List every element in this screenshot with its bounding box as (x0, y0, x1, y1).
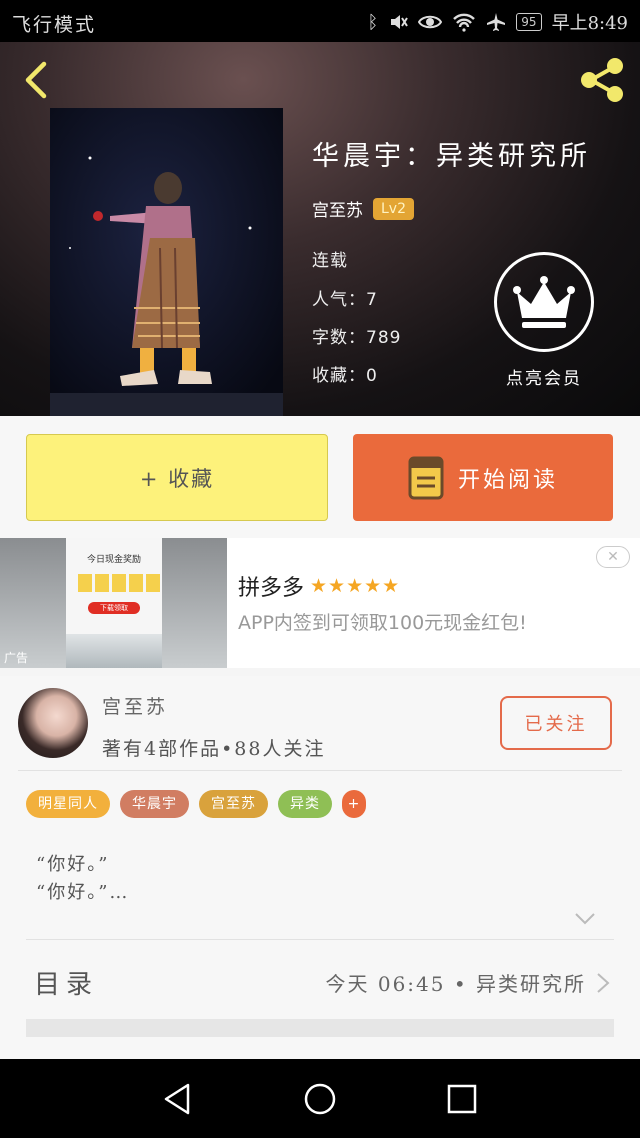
avatar[interactable] (18, 688, 88, 758)
intro-line: “你好。” (36, 854, 110, 875)
wifi-icon (453, 13, 476, 32)
level-badge: Lv2 (373, 197, 414, 220)
rating-stars: ★★★★★ (310, 575, 401, 597)
word-count: 字数：789 (312, 328, 402, 348)
vip-button[interactable]: 点亮会员 (492, 252, 596, 389)
start-reading-label: 开始阅读 (457, 467, 558, 493)
intro-line: “你好。”… (36, 882, 130, 903)
mute-icon (391, 15, 409, 29)
status-bar: 飞行模式 ᛒ 95 早上8:49 (0, 0, 640, 42)
crown-icon (513, 276, 575, 328)
tag-item[interactable]: 明星同人 (26, 790, 110, 818)
book-title: 华晨宇：异类研究所 (312, 141, 591, 172)
author-stats: 著有4部作品•88人关注 (102, 738, 326, 760)
favorites-count: 收藏：0 (312, 366, 378, 386)
navigation-bar (0, 1059, 640, 1138)
follow-button[interactable]: 已关注 (500, 696, 612, 750)
tag-list: 明星同人 华晨宇 宫至苏 异类 + (26, 790, 366, 818)
action-bar: + 收藏 开始阅读 (0, 416, 640, 538)
tag-item[interactable]: 异类 (278, 790, 332, 818)
book-header: 华晨宇：异类研究所 宫至苏 Lv2 连载 人气：7 字数：789 收藏：0 点亮… (0, 42, 640, 416)
ad-brand: 拼多多 (238, 576, 305, 601)
start-reading-button[interactable]: 开始阅读 (353, 434, 613, 521)
vip-label: 点亮会员 (506, 369, 582, 389)
clock: 早上8:49 (551, 13, 628, 34)
tag-item[interactable]: 华晨宇 (120, 790, 189, 818)
toc-latest-chapter[interactable]: 今天 06:45 • 异类研究所 (325, 968, 610, 997)
ad-image: 今日现金奖励 下载领取 广告 (0, 538, 227, 668)
ad-banner[interactable]: 今日现金奖励 下载领取 广告 拼多多 ★★★★★ APP内签到可领取100元现金… (0, 538, 640, 668)
battery-icon: 95 (516, 13, 542, 31)
add-tag-button[interactable]: + (342, 790, 366, 818)
share-button[interactable] (576, 54, 628, 106)
airplane-icon (487, 13, 506, 31)
book-cover (50, 108, 283, 416)
collect-button[interactable]: + 收藏 (26, 434, 328, 521)
book-icon (408, 456, 444, 499)
divider (18, 770, 622, 771)
ad-description: APP内签到可领取100元现金红包! (238, 612, 527, 634)
ad-close-button[interactable]: ✕ (596, 546, 630, 568)
chevron-down-icon[interactable] (574, 912, 596, 926)
airplane-mode-label: 飞行模式 (12, 14, 97, 36)
nav-recents-icon[interactable] (444, 1081, 480, 1117)
author-name[interactable]: 宫至苏 (312, 196, 363, 221)
nav-back-icon[interactable] (160, 1081, 196, 1117)
divider (26, 939, 614, 940)
back-button[interactable] (18, 60, 58, 100)
serial-status: 连载 (312, 251, 348, 271)
author-section: 宫至苏 著有4部作品•88人关注 已关注 明星同人 华晨宇 宫至苏 异类 + “… (0, 676, 640, 1059)
toc-info-text: 今天 06:45 • 异类研究所 (325, 972, 586, 996)
tag-item[interactable]: 宫至苏 (199, 790, 268, 818)
ad-phone-button: 下载领取 (88, 602, 140, 614)
nav-home-icon[interactable] (302, 1081, 338, 1117)
book-info: 华晨宇：异类研究所 宫至苏 Lv2 连载 人气：7 字数：789 收藏：0 (312, 134, 591, 386)
placeholder-bar (26, 1019, 614, 1037)
toc-label[interactable]: 目录 (34, 964, 98, 1001)
eye-icon (418, 15, 443, 29)
chevron-right-icon (597, 972, 610, 993)
ad-phone-title: 今日现金奖励 (86, 555, 141, 565)
ad-tag: 广告 (4, 651, 29, 665)
popularity: 人气：7 (312, 290, 378, 310)
bluetooth-icon: ᛒ (367, 11, 379, 33)
author-card-name[interactable]: 宫至苏 (102, 692, 168, 719)
